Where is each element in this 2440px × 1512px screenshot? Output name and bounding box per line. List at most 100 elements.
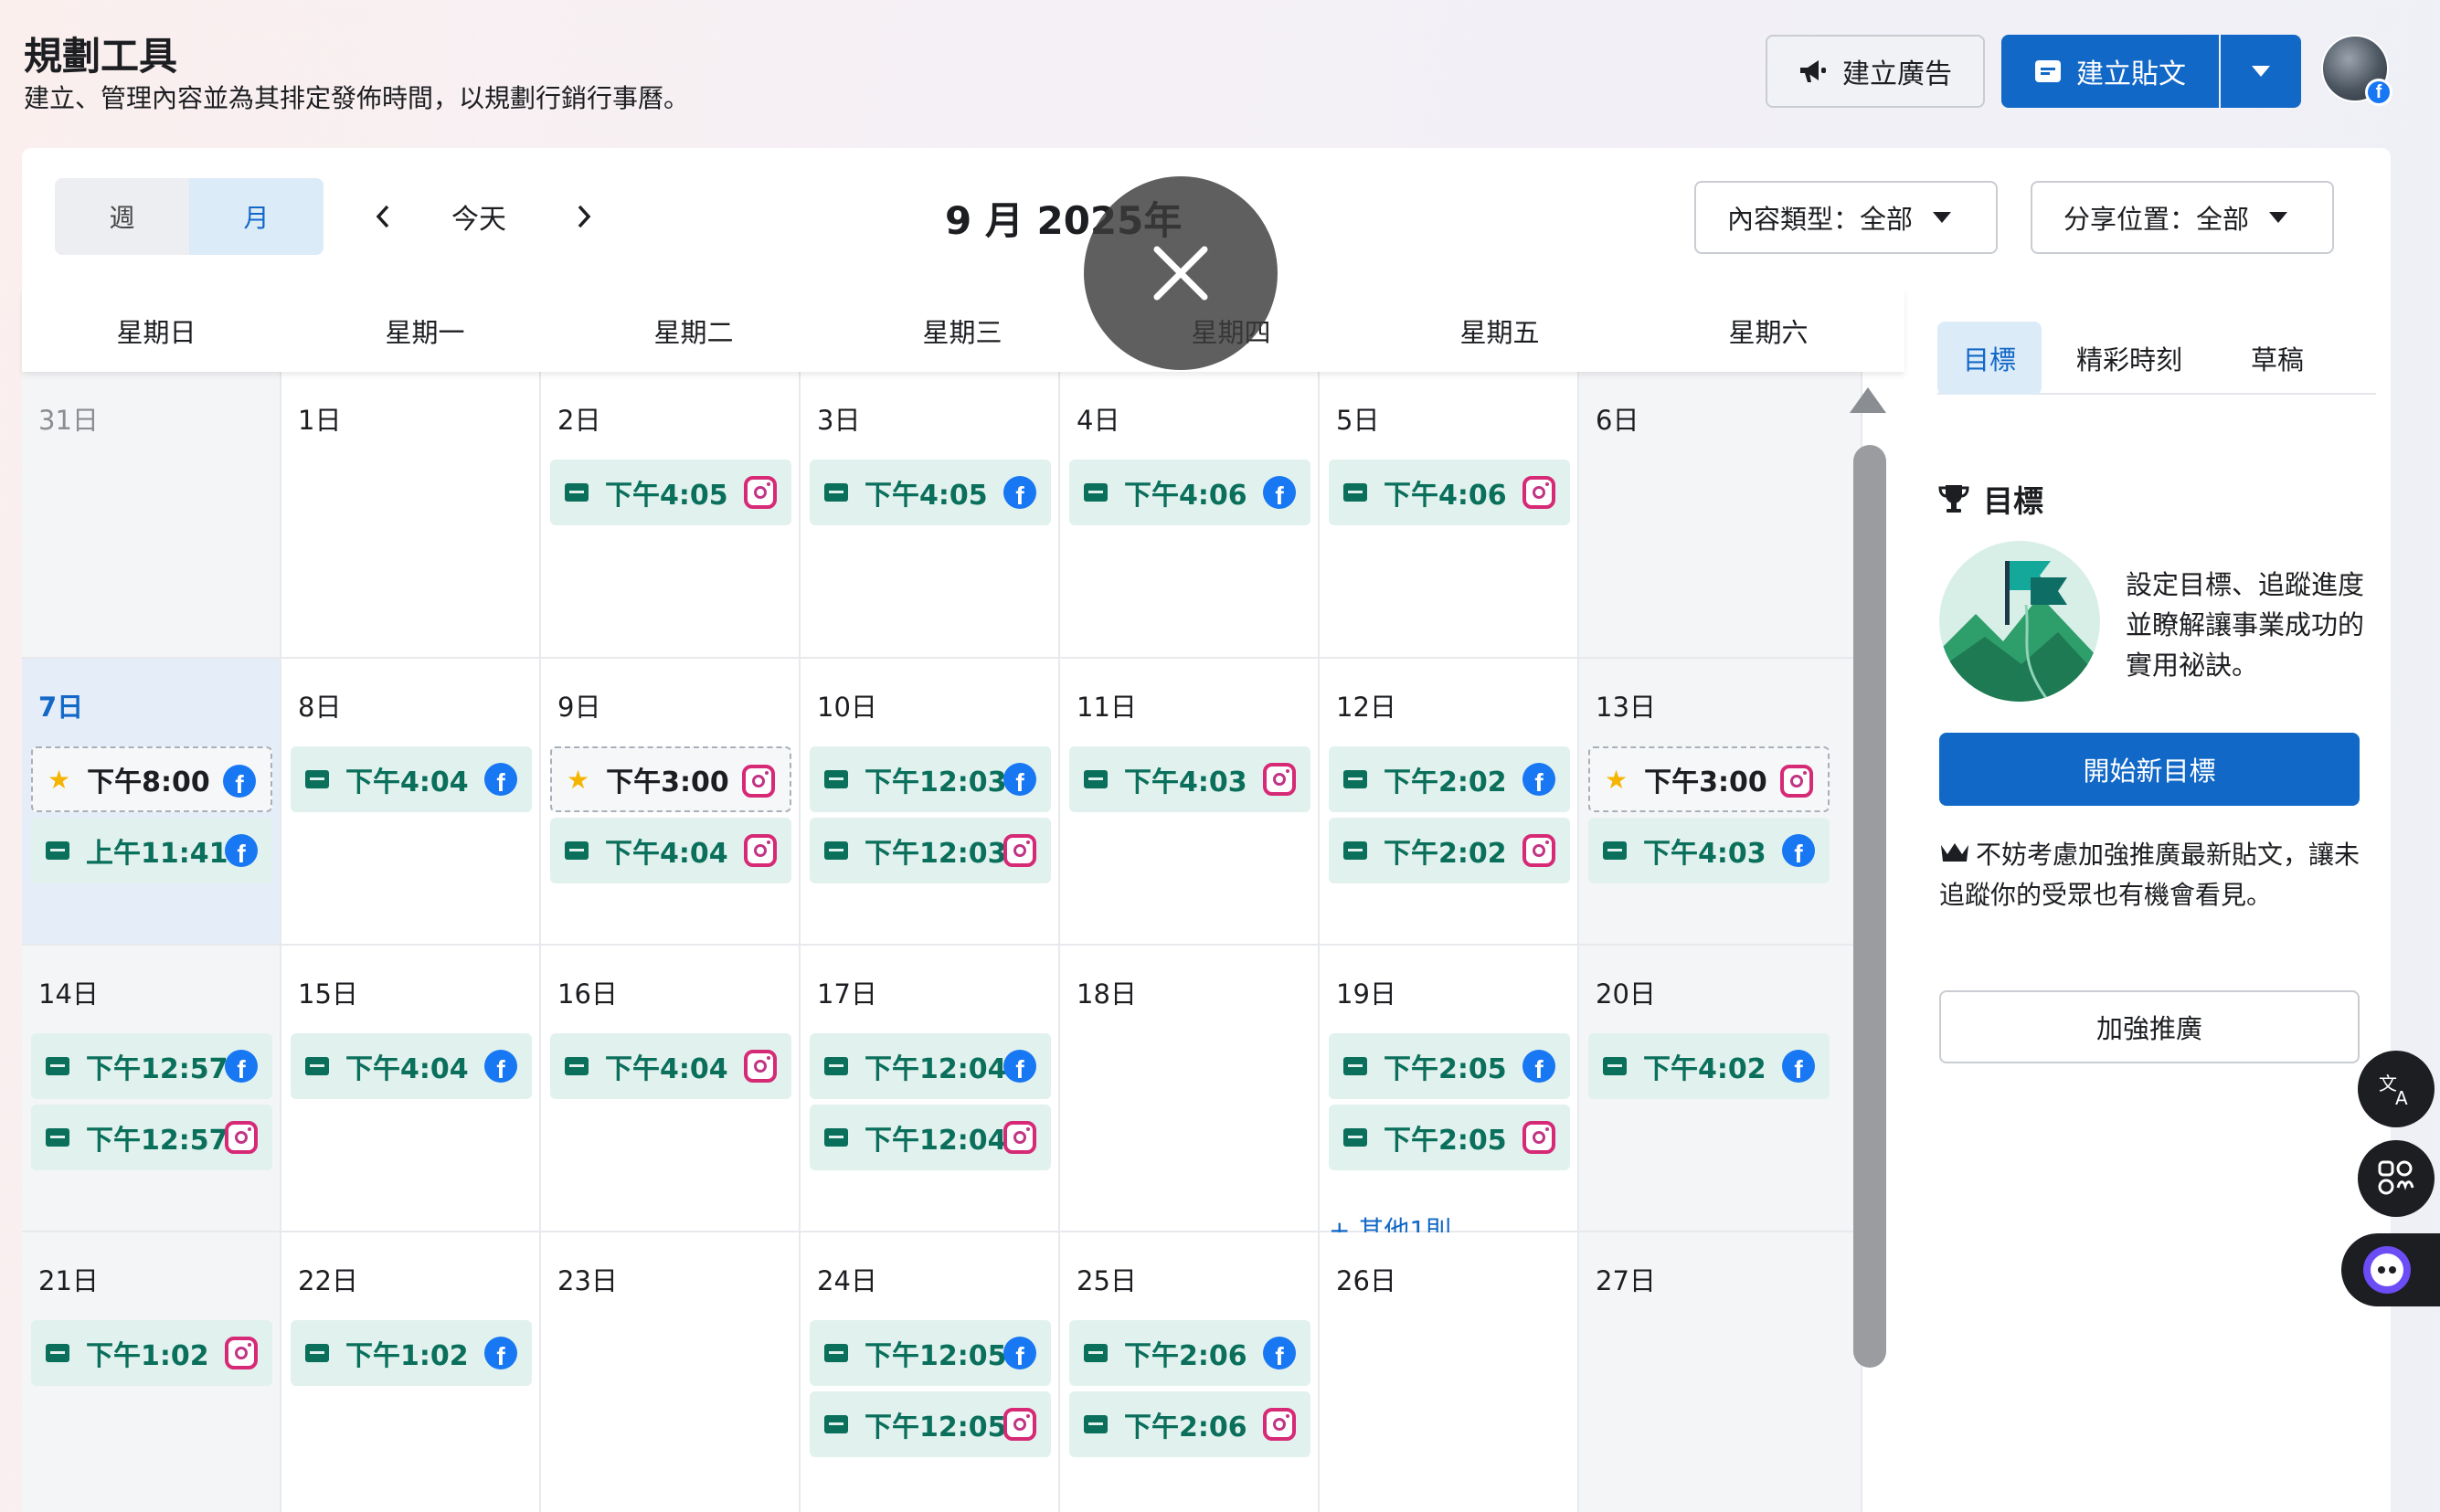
scheduled-post-chip[interactable]: 下午1:02 f — [291, 1320, 532, 1386]
calendar-day-cell[interactable]: 26日 — [1320, 1232, 1579, 1512]
day-number: 2日 — [557, 405, 601, 436]
calendar-day-cell[interactable]: 24日 下午12:05 f 下午12:05 — [801, 1232, 1060, 1512]
scheduled-post-chip[interactable]: 下午4:05 f — [810, 460, 1051, 525]
view-toggle: 週 月 — [55, 178, 324, 255]
scheduled-post-chip[interactable]: 下午4:03 f — [1588, 818, 1830, 883]
scheduled-post-chip[interactable]: 下午12:05 f — [810, 1320, 1051, 1386]
facebook-icon: f — [484, 1050, 517, 1083]
calendar-day-cell[interactable]: 27日 — [1579, 1232, 1862, 1512]
close-button[interactable] — [1084, 176, 1278, 370]
scheduled-post-chip[interactable]: 下午1:02 — [31, 1320, 272, 1386]
sidebar-tabs: 目標 精彩時刻 草稿 — [1937, 322, 2376, 395]
sparkle-icon: ★ — [48, 764, 71, 795]
svg-text:A: A — [2395, 1087, 2408, 1108]
scheduled-post-chip[interactable]: ★ 下午3:00 — [550, 746, 791, 812]
calendar-day-cell[interactable]: 6日 — [1579, 372, 1862, 659]
calendar-day-cell[interactable]: 17日 下午12:04 f 下午12:04 — [801, 946, 1060, 1232]
boost-button[interactable]: 加強推廣 — [1939, 990, 2360, 1063]
scheduled-post-chip[interactable]: ★ 下午3:00 — [1588, 746, 1830, 812]
translate-button[interactable]: 文 A — [2358, 1051, 2435, 1127]
calendar-day-cell[interactable]: 7日 ★ 下午8:00 f 上午11:41 f — [22, 659, 281, 946]
scheduled-post-chip[interactable]: 下午4:04 — [550, 818, 791, 883]
month-view-button[interactable]: 月 — [189, 178, 324, 255]
scheduled-post-chip[interactable]: 下午2:02 f — [1329, 746, 1570, 812]
calendar-day-cell[interactable]: 31日 — [22, 372, 281, 659]
scheduled-post-chip[interactable]: 下午12:05 — [810, 1391, 1051, 1457]
calendar-day-cell[interactable]: 14日 下午12:57 f 下午12:57 — [22, 946, 281, 1232]
scheduled-post-chip[interactable]: 下午4:04 f — [291, 1033, 532, 1099]
calendar-day-cell[interactable]: 21日 下午1:02 — [22, 1232, 281, 1512]
day-number: 27日 — [1596, 1265, 1656, 1296]
scheduled-post-chip[interactable]: ★ 下午8:00 f — [31, 746, 272, 812]
calendar-day-cell[interactable]: 3日 下午4:05 f — [801, 372, 1060, 659]
tab-goals[interactable]: 目標 — [1937, 322, 2042, 395]
scheduled-post-chip[interactable]: 下午12:57 — [31, 1105, 272, 1170]
calendar-day-cell[interactable]: 4日下午4:06 f — [1060, 372, 1320, 659]
scheduled-post-chip[interactable]: 下午12:03 f — [810, 746, 1051, 812]
calendar-day-cell[interactable]: 10日 下午12:03 f 下午12:03 — [801, 659, 1060, 946]
scheduled-post-chip[interactable]: 下午12:04 — [810, 1105, 1051, 1170]
scheduled-post-chip[interactable]: 下午12:04 f — [810, 1033, 1051, 1099]
calendar-day-cell[interactable]: 20日下午4:02 f — [1579, 946, 1862, 1232]
tab-highlights[interactable]: 精彩時刻 — [2042, 322, 2217, 395]
start-new-goal-button[interactable]: 開始新目標 — [1939, 733, 2360, 806]
scheduled-post-chip[interactable]: 下午4:04 — [550, 1033, 791, 1099]
calendar-day-cell[interactable]: 12日 下午2:02 f 下午2:02 — [1320, 659, 1579, 946]
scheduled-post-chip[interactable]: 下午2:02 — [1329, 818, 1570, 883]
facebook-icon: f — [1003, 763, 1036, 796]
post-time: 下午4:05 — [865, 480, 988, 512]
week-view-button[interactable]: 週 — [55, 178, 189, 255]
weekday-label: 星期六 — [1728, 317, 1809, 348]
scheduled-post-chip[interactable]: 下午4:05 — [550, 460, 791, 525]
tab-drafts[interactable]: 草稿 — [2217, 322, 2338, 395]
calendar-day-cell[interactable]: 13日 ★ 下午3:00 下午4:03 f — [1579, 659, 1862, 946]
scheduled-post-chip[interactable]: 下午12:57 f — [31, 1033, 272, 1099]
previous-month-button[interactable] — [360, 194, 406, 239]
day-number: 20日 — [1596, 978, 1656, 1010]
create-post-dropdown-button[interactable] — [2221, 35, 2301, 108]
next-month-button[interactable] — [561, 194, 607, 239]
day-number: 4日 — [1077, 405, 1120, 436]
facebook-badge-icon: f — [2365, 79, 2392, 106]
calendar-day-cell[interactable]: 16日 下午4:04 — [541, 946, 801, 1232]
chevron-right-icon — [578, 205, 591, 228]
scheduled-post-chip[interactable]: 下午2:06 f — [1069, 1320, 1310, 1386]
assistant-button[interactable] — [2341, 1233, 2440, 1306]
create-ad-button[interactable]: 建立廣告 — [1766, 35, 1985, 108]
calendar-day-cell[interactable]: 22日 下午1:02 f — [281, 1232, 541, 1512]
scheduled-post-chip[interactable]: 下午2:05 f — [1329, 1033, 1570, 1099]
scheduled-post-chip[interactable]: 下午4:04 f — [291, 746, 532, 812]
scheduled-post-chip[interactable]: 下午2:05 — [1329, 1105, 1570, 1170]
calendar-day-cell[interactable]: 8日 下午4:04 f — [281, 659, 541, 946]
trophy-icon — [1938, 485, 1969, 513]
scrollbar-thumb[interactable] — [1853, 445, 1886, 1368]
scheduled-post-chip[interactable]: 上午11:41 f — [31, 818, 272, 883]
calendar-day-cell[interactable]: 9日 ★ 下午3:00 下午4:04 — [541, 659, 801, 946]
calendar-day-cell[interactable]: 15日 下午4:04 f — [281, 946, 541, 1232]
calendar-day-cell[interactable]: 2日下午4:05 — [541, 372, 801, 659]
calendar-day-cell[interactable]: 1日 — [281, 372, 541, 659]
post-icon — [1603, 841, 1627, 860]
create-post-button[interactable]: 建立貼文 — [2001, 35, 2219, 108]
today-button[interactable]: 今天 — [451, 194, 506, 239]
scheduled-post-chip[interactable]: 下午2:06 — [1069, 1391, 1310, 1457]
apps-button[interactable] — [2358, 1140, 2435, 1217]
calendar-day-cell[interactable]: 5日 下午4:06 — [1320, 372, 1579, 659]
scheduled-post-chip[interactable]: 下午4:03 — [1069, 746, 1310, 812]
calendar-day-cell[interactable]: 25日 下午2:06 f 下午2:06 — [1060, 1232, 1320, 1512]
post-time: 下午2:02 — [1384, 838, 1507, 870]
scheduled-post-chip[interactable]: 下午4:06 — [1329, 460, 1570, 525]
share-location-filter[interactable]: 分享位置：全部 — [2031, 181, 2334, 254]
scheduled-post-chip[interactable]: 下午4:06 f — [1069, 460, 1310, 525]
calendar-day-cell[interactable]: 18日 — [1060, 946, 1320, 1232]
calendar-day-cell[interactable]: 23日 — [541, 1232, 801, 1512]
calendar-day-cell[interactable]: 11日 下午4:03 — [1060, 659, 1320, 946]
scroll-up-arrow[interactable] — [1850, 387, 1886, 413]
post-icon — [824, 483, 848, 502]
content-type-filter[interactable]: 內容類型：全部 — [1694, 181, 1998, 254]
calendar-day-cell[interactable]: 19日 下午2:05 f 下午2:05 + 其他1則 — [1320, 946, 1579, 1245]
post-icon — [305, 1057, 329, 1075]
scheduled-post-chip[interactable]: 下午4:02 f — [1588, 1033, 1830, 1099]
post-time: 下午1:02 — [345, 1340, 469, 1372]
scheduled-post-chip[interactable]: 下午12:03 — [810, 818, 1051, 883]
